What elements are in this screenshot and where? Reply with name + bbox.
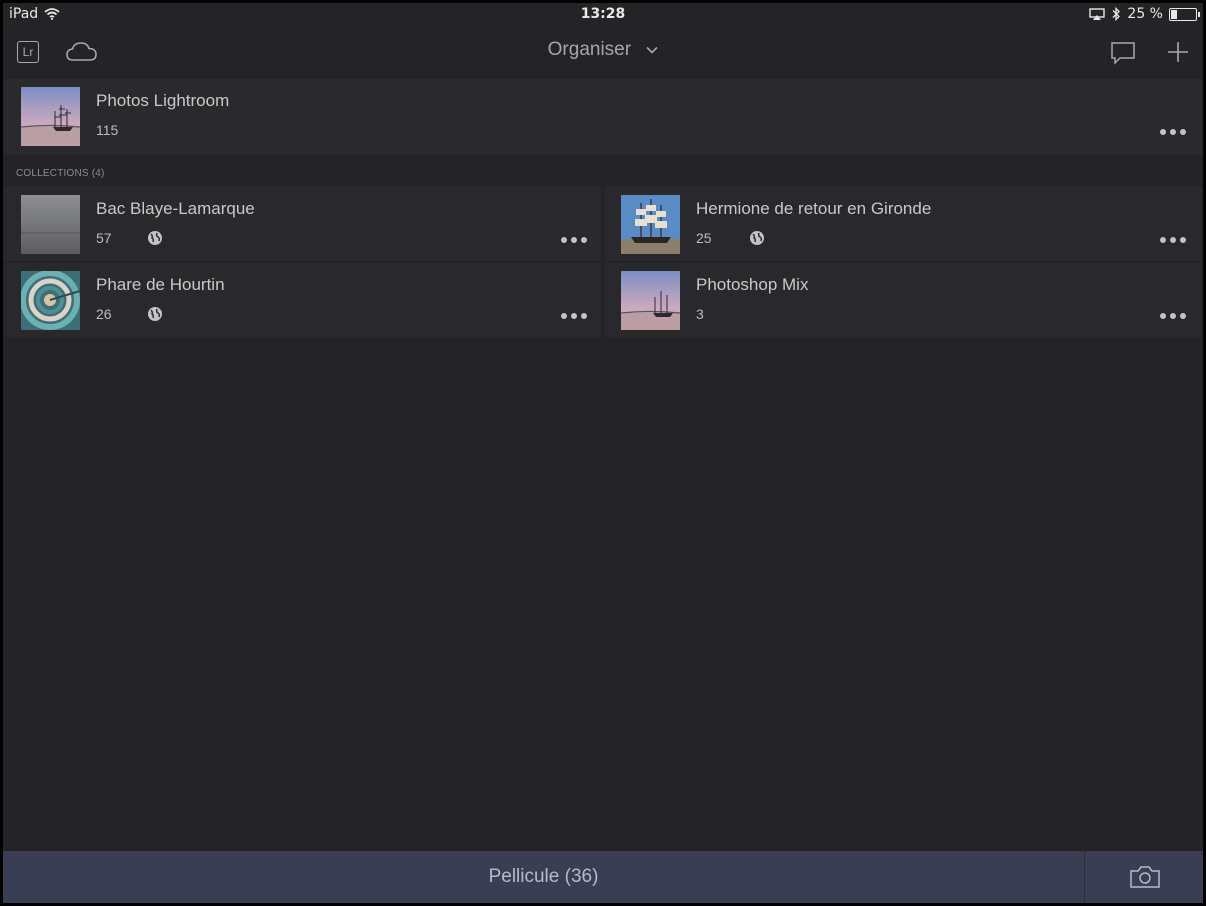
collection-count: 57 [96,230,112,246]
more-options-button[interactable] [1160,311,1188,321]
camera-roll-button[interactable]: Pellicule (36) [3,851,1084,903]
collection-title: Photoshop Mix [696,275,809,294]
more-options-button[interactable] [1160,235,1188,245]
collection-title: Bac Blaye-Lamarque [96,199,255,218]
all-photos-row[interactable]: Photos Lightroom 115 [3,79,1203,155]
bottom-bar: Pellicule (36) [3,851,1203,903]
collection-hermione[interactable]: Hermione de retour en Gironde 25 [605,187,1203,261]
collection-bac-blaye-lamarque[interactable]: Bac Blaye-Lamarque 57 [3,187,601,261]
collection-photoshop-mix[interactable]: Photoshop Mix 3 [605,263,1203,337]
more-options-button[interactable] [561,235,589,245]
bluetooth-icon [1112,7,1121,21]
all-photos-title: Photos Lightroom [96,91,230,110]
camera-icon[interactable] [1128,863,1162,891]
comment-icon[interactable] [1109,39,1137,67]
spiral-staircase-thumbnail [21,271,80,330]
collection-count: 26 [96,306,112,322]
foggy-river-thumbnail [21,195,80,254]
collection-phare-de-hourtin[interactable]: Phare de Hourtin 26 [3,263,601,337]
nav-bar: Lr Organiser [3,27,1203,77]
collection-title: Hermione de retour en Gironde [696,199,932,218]
nav-title-label: Organiser [547,39,632,60]
lightroom-app: iPad 13:28 25 % Lr Organiser Photos Ligh… [3,3,1203,903]
chevron-down-icon [646,46,658,54]
collection-count: 3 [696,306,704,322]
collection-count: 25 [696,230,712,246]
tall-ship-thumbnail [621,195,680,254]
battery-icon [1169,7,1200,21]
ship-sunset-thumbnail [21,87,80,146]
all-photos-count: 115 [96,122,119,138]
battery-percent: 25 % [1127,6,1163,22]
collection-title: Phare de Hourtin [96,275,225,294]
status-time: 13:28 [580,6,626,22]
plus-icon[interactable] [1165,39,1191,65]
more-options-button[interactable] [1160,127,1188,137]
collections-header: COLLECTIONS (4) [16,168,105,179]
globe-icon [148,231,162,245]
organiser-dropdown[interactable]: Organiser [3,39,1203,61]
status-right: 25 % [1089,6,1200,22]
airplay-icon [1089,8,1106,20]
bottom-bar-divider [1084,851,1085,903]
globe-icon [148,307,162,321]
status-bar: iPad 13:28 25 % [3,3,1203,27]
globe-icon [750,231,764,245]
ship-sunset-thumbnail [621,271,680,330]
more-options-button[interactable] [561,311,589,321]
